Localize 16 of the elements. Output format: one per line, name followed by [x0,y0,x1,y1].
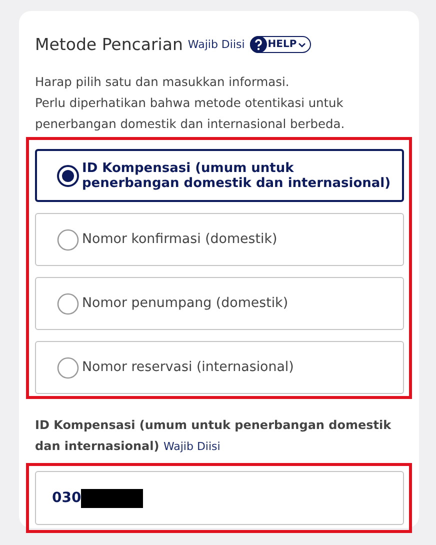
required-label: Wajib Diisi [188,38,245,51]
radio-option[interactable]: Nomor penumpang (domestik) [35,277,404,330]
instructions-text: Harap pilih satu dan masukkan informasi. Perlu diperhatikan bahwa metode otentikasi untuk penerbangan domestik dan internasional berbeda. [35,74,346,133]
radio-icon [57,228,79,250]
help-button[interactable]: HELP [250,36,311,53]
radio-option[interactable]: Nomor konfirmasi (domestik) [35,213,404,266]
radio-icon [57,292,79,314]
section-title: Metode Pencarian [35,35,183,54]
input-field[interactable]: 030 [35,471,404,525]
radio-option[interactable]: Nomor reservasi (internasional) [35,341,404,394]
radio-icon [57,164,79,186]
radio-option[interactable]: ID Kompensasi (umum untuk penerbangan domestik dan internasional) [35,149,404,202]
chevron-icon [298,42,306,48]
radio-icon [57,356,79,378]
question-icon [250,36,267,53]
field-label: ID Kompensasi (umum untuk penerbangan domestik dan internasional) Wajib Diisi [35,417,392,455]
